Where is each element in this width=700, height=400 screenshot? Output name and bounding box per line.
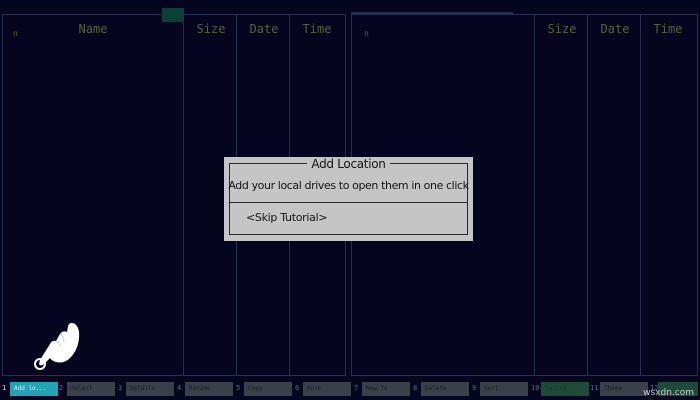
select-key-button[interactable]: Select xyxy=(67,382,115,396)
delete-key-button[interactable]: Delete xyxy=(421,382,469,396)
column-header-name[interactable]: Name xyxy=(73,22,113,36)
dialog-title-wrap: Add Location xyxy=(224,157,473,171)
add-location-dialog: Add Location Add your local drives to op… xyxy=(224,157,473,241)
rename-key-button[interactable]: Rename xyxy=(185,382,233,396)
fkey-number: 7 xyxy=(354,384,359,392)
column-header-time[interactable]: Time xyxy=(646,22,690,36)
fkey-number: 3 xyxy=(118,384,123,392)
selection-marker: n xyxy=(13,29,18,38)
fkey-number: 1 xyxy=(2,384,7,392)
fkey-number: 6 xyxy=(295,384,300,392)
copy-key-button[interactable]: Copy xyxy=(244,382,292,396)
column-header-size[interactable]: Size xyxy=(189,22,233,36)
column-header-date[interactable]: Date xyxy=(593,22,637,36)
theme-key-button[interactable]: Theme xyxy=(600,382,648,396)
column-header-date[interactable]: Date xyxy=(242,22,286,36)
switch-key-button[interactable]: Switch xyxy=(541,382,589,396)
left-panel-title-tab[interactable] xyxy=(162,8,184,22)
fkey-number: 9 xyxy=(472,384,477,392)
column-divider xyxy=(587,15,588,375)
skip-tutorial-button[interactable]: <Skip Tutorial> xyxy=(246,211,328,224)
column-header-time[interactable]: Time xyxy=(295,22,339,36)
column-header-size[interactable]: Size xyxy=(540,22,584,36)
fkey-number: 5 xyxy=(236,384,241,392)
new-folder-key-button[interactable]: New fo xyxy=(362,382,410,396)
dialog-message: Add your local drives to open them in on… xyxy=(228,179,469,192)
fkey-number: 2 xyxy=(59,384,64,392)
details-key-button[interactable]: Details xyxy=(126,382,174,396)
column-divider xyxy=(183,15,184,375)
fkey-number: 4 xyxy=(177,384,182,392)
move-key-button[interactable]: Move xyxy=(303,382,351,396)
function-key-bar: 1 Add lo... 2 Select 3 Details 4 Rename … xyxy=(0,378,700,398)
dialog-frame xyxy=(229,163,468,235)
add-location-key-button[interactable]: Add lo... xyxy=(10,382,58,396)
column-divider xyxy=(534,15,535,375)
dialog-divider xyxy=(229,202,468,203)
fkey-number: 11 xyxy=(590,384,599,392)
sort-key-button[interactable]: Sort xyxy=(480,382,528,396)
column-divider xyxy=(640,15,641,375)
tutorial-hand-pointer-icon xyxy=(34,322,80,370)
fkey-number: 10 xyxy=(531,384,540,392)
watermark: wsxdn.com xyxy=(643,388,694,398)
dialog-title: Add Location xyxy=(307,157,390,171)
selection-marker: n xyxy=(364,29,369,38)
right-panel-top-edge xyxy=(351,12,513,14)
fkey-number: 8 xyxy=(413,384,418,392)
